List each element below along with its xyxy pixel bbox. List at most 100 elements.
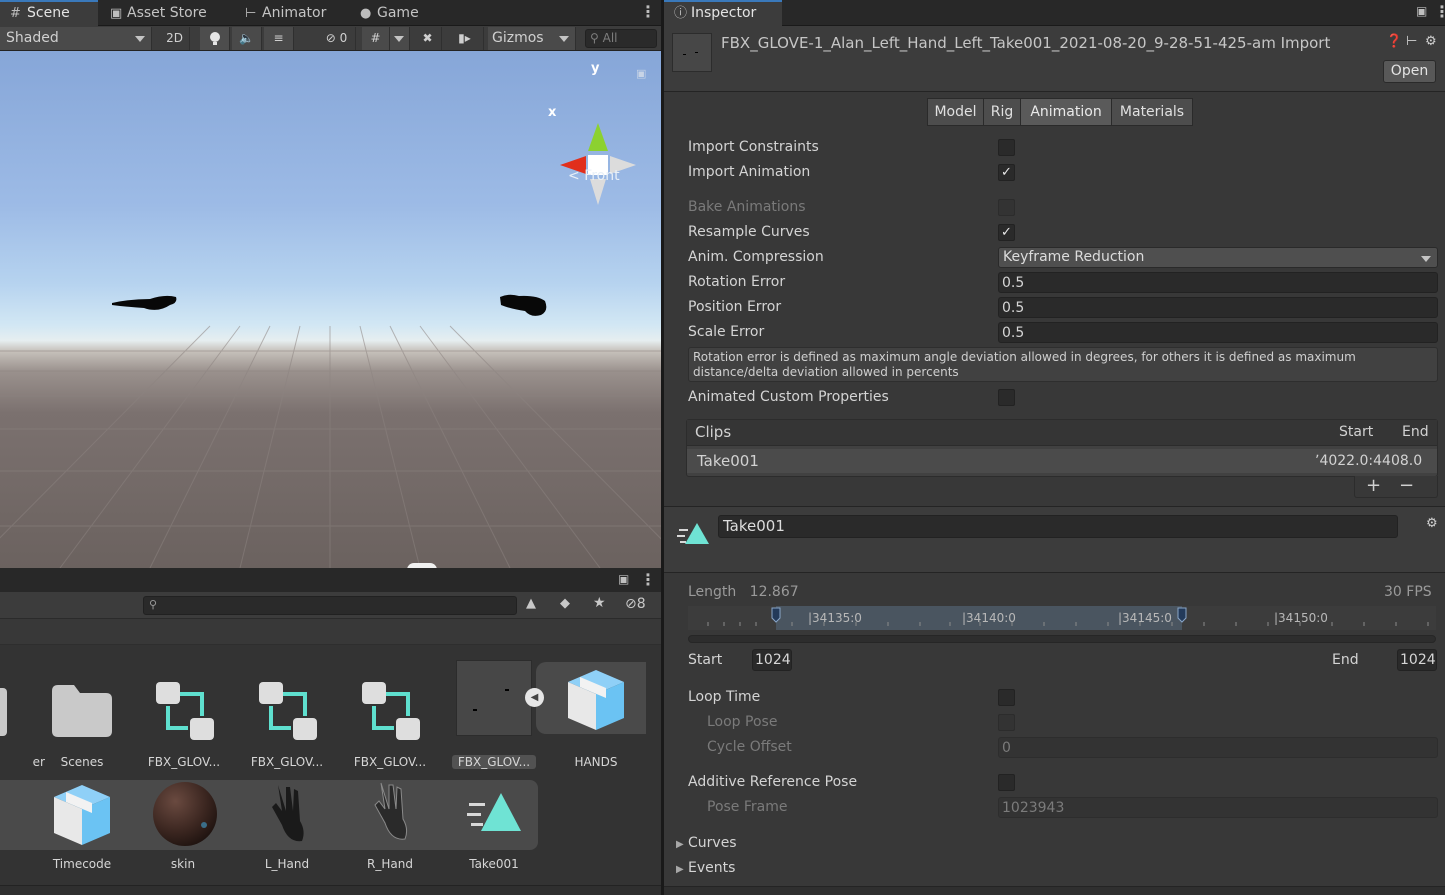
prefab-variant-icon bbox=[259, 682, 317, 740]
tab-rig[interactable]: Rig bbox=[983, 98, 1021, 126]
animator-icon: ⊢ bbox=[245, 6, 257, 21]
project-search-input[interactable]: ⚲ bbox=[143, 596, 517, 615]
view-label[interactable]: < Front bbox=[568, 168, 620, 184]
loop-time-label: Loop Time bbox=[688, 689, 761, 705]
tools-button[interactable]: ✖ bbox=[414, 27, 442, 50]
gear-icon[interactable]: ⚙ bbox=[1426, 516, 1438, 531]
import-animation-checkbox[interactable]: ✓ bbox=[998, 164, 1015, 181]
tab-asset-store[interactable]: ▣ Asset Store bbox=[100, 0, 230, 26]
audio-toggle[interactable]: 🔈 bbox=[232, 27, 262, 50]
tab-animator[interactable]: ⊢ Animator bbox=[235, 0, 355, 26]
asset-prefab-variant[interactable]: FBX_GLOV... bbox=[139, 660, 229, 775]
curves-foldout[interactable]: ▶ Curves bbox=[676, 835, 737, 851]
left-hand-model[interactable] bbox=[110, 291, 180, 315]
scale-error-label: Scale Error bbox=[688, 324, 765, 340]
import-constraints-checkbox[interactable] bbox=[998, 139, 1015, 156]
open-button[interactable]: Open bbox=[1383, 60, 1436, 83]
prefab-variant-icon bbox=[362, 682, 420, 740]
asset-prefab-variant[interactable]: FBX_GLOV... bbox=[345, 660, 435, 775]
toggle-2d-button[interactable]: 2D bbox=[160, 27, 190, 50]
more-menu-icon[interactable]: ⋮ bbox=[640, 2, 656, 21]
wrench-icon: ✖ bbox=[422, 31, 433, 45]
remove-clip-button[interactable]: − bbox=[1399, 475, 1414, 496]
camera-dropdown[interactable]: ▮▸ bbox=[446, 27, 484, 50]
gear-icon[interactable]: ⚙ bbox=[1425, 34, 1437, 49]
collapse-arrow-icon[interactable]: ◀ bbox=[525, 688, 544, 707]
asset-fbx-selected[interactable]: FBX_GLOV... bbox=[448, 660, 538, 775]
events-foldout[interactable]: ▶ Events bbox=[676, 860, 735, 876]
orientation-gizmo[interactable] bbox=[540, 111, 650, 211]
filter-by-type-icon[interactable]: ▲ bbox=[526, 596, 546, 611]
gizmos-dropdown[interactable]: Gizmos bbox=[488, 27, 576, 50]
asset-scenes-folder[interactable]: Scenes bbox=[37, 660, 127, 775]
chevron-down-icon bbox=[135, 36, 145, 42]
anim-compression-dropdown[interactable]: Keyframe Reduction bbox=[998, 247, 1438, 268]
asset-timecode[interactable]: Timecode bbox=[37, 777, 127, 887]
asset-prefab-variant[interactable]: FBX_GLOV... bbox=[242, 660, 332, 775]
add-clip-button[interactable]: + bbox=[1366, 475, 1381, 496]
tab-scene[interactable]: # Scene bbox=[0, 0, 98, 26]
model-thumbnail bbox=[456, 660, 532, 736]
position-error-field[interactable]: 0.5 bbox=[998, 297, 1438, 318]
chevron-down-icon bbox=[394, 36, 404, 42]
right-hand-model[interactable] bbox=[497, 291, 552, 321]
clips-header: Clips Start End bbox=[687, 420, 1437, 446]
lock-icon[interactable]: ▣ bbox=[1416, 4, 1427, 18]
chevron-down-icon bbox=[1421, 256, 1431, 262]
timeline-scrollbar[interactable] bbox=[688, 635, 1436, 643]
asset-l-hand[interactable]: L_Hand bbox=[242, 777, 332, 887]
animated-custom-properties-checkbox[interactable] bbox=[998, 389, 1015, 406]
folder-icon bbox=[52, 685, 112, 737]
loop-pose-label: Loop Pose bbox=[707, 714, 778, 730]
loop-time-checkbox[interactable] bbox=[998, 689, 1015, 706]
scene-visibility-toggle[interactable]: ⊘ 0 bbox=[318, 27, 356, 50]
grid-toggle[interactable]: # bbox=[362, 27, 390, 50]
tab-model[interactable]: Model bbox=[927, 98, 984, 126]
preset-icon[interactable]: ⊢ bbox=[1406, 34, 1417, 49]
animation-clip-icon bbox=[677, 523, 709, 544]
asset-hands-model[interactable]: HANDS bbox=[551, 660, 641, 775]
hidden-packages-toggle[interactable]: ⊘8 bbox=[625, 596, 646, 612]
favorite-star-icon[interactable]: ★ bbox=[593, 595, 613, 611]
grid-options-dropdown[interactable] bbox=[390, 27, 410, 50]
project-breadcrumb bbox=[0, 619, 661, 645]
model-prefab-icon bbox=[568, 670, 624, 730]
scale-error-field[interactable]: 0.5 bbox=[998, 322, 1438, 343]
effects-toggle[interactable]: ≡ bbox=[264, 27, 294, 50]
more-menu-icon[interactable]: ⋮ bbox=[640, 570, 656, 589]
gizmo-y-label: y bbox=[591, 61, 600, 76]
grid-snap-icon: # bbox=[370, 31, 381, 45]
asset-take001-clip[interactable]: Take001 bbox=[449, 777, 539, 887]
resample-curves-checkbox[interactable]: ✓ bbox=[998, 224, 1015, 241]
lock-icon[interactable]: ▣ bbox=[618, 572, 629, 586]
tab-game[interactable]: ● Game bbox=[350, 0, 440, 26]
lock-icon[interactable]: ▣ bbox=[636, 67, 646, 80]
label-tag-icon[interactable]: ◆ bbox=[560, 596, 580, 611]
tab-animation[interactable]: Animation bbox=[1020, 98, 1112, 126]
tab-materials[interactable]: Materials bbox=[1111, 98, 1193, 126]
end-frame-field[interactable]: 1024 bbox=[1397, 649, 1437, 671]
rotation-error-field[interactable]: 0.5 bbox=[998, 272, 1438, 293]
more-menu-icon[interactable]: ⋮ bbox=[1434, 2, 1445, 21]
asset-skin-material[interactable]: skin bbox=[138, 777, 228, 887]
start-frame-field[interactable]: 1024 bbox=[752, 649, 792, 671]
eye-slash-icon: ⊘ bbox=[625, 596, 637, 612]
speaker-icon: 🔈 bbox=[239, 31, 254, 45]
scene-search-input[interactable]: ⚲ All bbox=[585, 29, 657, 48]
asset-r-hand[interactable]: R_Hand bbox=[345, 777, 435, 887]
help-icon[interactable]: ❓ bbox=[1386, 34, 1402, 49]
fps-label: 30 FPS bbox=[1384, 584, 1432, 600]
gamepad-icon: ● bbox=[360, 6, 372, 21]
tab-inspector[interactable]: ⓘ Inspector bbox=[664, 0, 782, 26]
clip-row-take001[interactable]: Take001 ʼ4022.0:4408.0 bbox=[687, 449, 1437, 473]
additive-ref-pose-checkbox[interactable] bbox=[998, 774, 1015, 791]
draw-mode-dropdown[interactable]: Shaded bbox=[0, 27, 152, 50]
lighting-toggle[interactable] bbox=[200, 27, 230, 50]
scene-toolbar: Shaded 2D 🔈 ≡ ⊘ 0 # ✖ ▮▸ Gizmos ⚲ All bbox=[0, 26, 661, 51]
clip-name-field[interactable]: Take001 bbox=[718, 515, 1398, 538]
additive-ref-pose-label: Additive Reference Pose bbox=[688, 774, 858, 790]
scene-viewport[interactable]: y x ▣ < Front bbox=[0, 51, 661, 568]
grid-icon: # bbox=[10, 6, 21, 21]
camera-icon: ▮▸ bbox=[458, 31, 471, 45]
resample-curves-label: Resample Curves bbox=[688, 224, 810, 240]
